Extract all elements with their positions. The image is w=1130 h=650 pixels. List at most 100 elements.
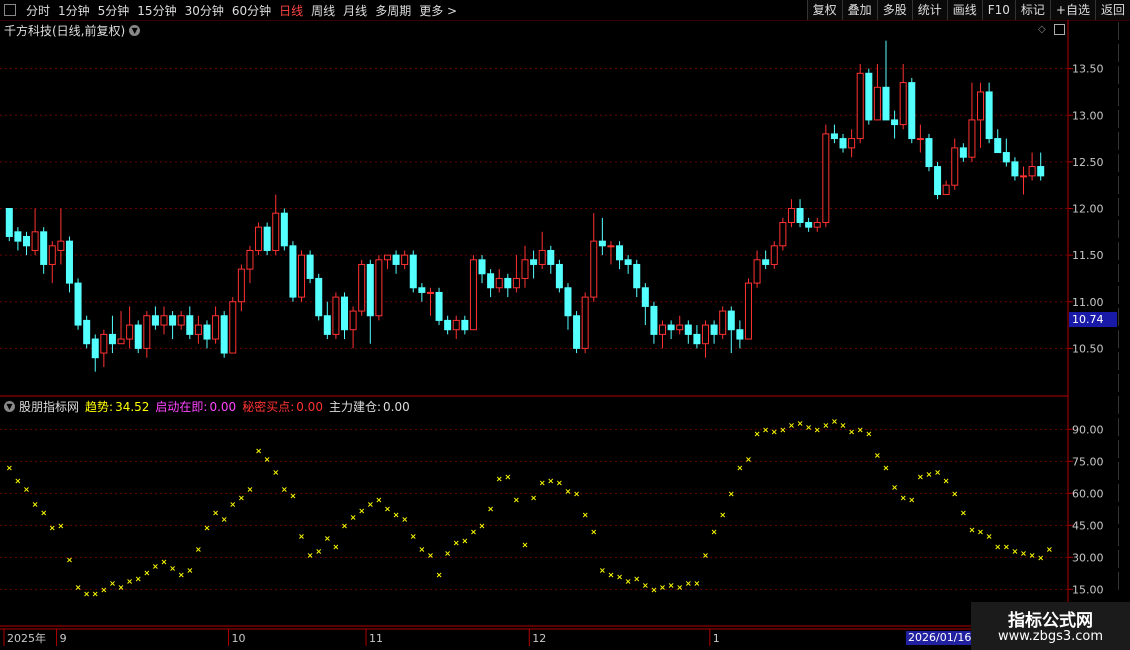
price-tick-label: 11.50 [1072, 249, 1104, 262]
date-tick-label: 9 [60, 632, 67, 645]
strip-cell [1118, 308, 1130, 326]
candle-body [366, 263, 374, 317]
candle-body [495, 277, 503, 289]
indicator-point: × [633, 575, 640, 584]
indicator-point: × [711, 528, 718, 537]
indicator-point: × [651, 585, 658, 594]
indicator-tick-label: 90.00 [1072, 423, 1104, 436]
indicator-point: × [126, 577, 133, 586]
indicator-point: × [23, 485, 30, 494]
candle-body [934, 166, 942, 196]
candle-body [659, 324, 667, 335]
indicator-point: × [298, 532, 305, 541]
strip-cell [1118, 22, 1130, 40]
indicator-point: × [771, 427, 778, 436]
candle-body [298, 254, 306, 298]
candle-body [169, 315, 177, 326]
indicator-point: × [186, 566, 193, 575]
candle-body [942, 184, 950, 196]
indicator-point: × [333, 543, 340, 552]
indicator-point: × [496, 474, 503, 483]
candle-body [487, 273, 495, 289]
indicator-point: × [719, 511, 726, 520]
candle-body [48, 245, 56, 265]
candle-body [616, 245, 624, 261]
candle-body [504, 277, 512, 289]
indicator-point: × [616, 573, 623, 582]
candle-body [358, 263, 366, 312]
indicator-point: × [1003, 543, 1010, 552]
candle-body [684, 324, 692, 335]
indicator-point: × [152, 562, 159, 571]
candle-body [478, 259, 486, 275]
indicator-point: × [272, 468, 279, 477]
strip-cell [1118, 88, 1130, 106]
date-tick-label: 2025年 [7, 631, 46, 645]
date-tick-label: 10 [231, 632, 245, 645]
indicator-point: × [255, 447, 262, 456]
indicator-point: × [470, 528, 477, 537]
strip-cell [1118, 396, 1130, 414]
candle-body [744, 282, 752, 340]
candle-body [779, 221, 787, 247]
indicator-point: × [702, 551, 709, 560]
indicator-point: × [590, 528, 597, 537]
candle-body [796, 208, 804, 223]
indicator-point: × [169, 564, 176, 573]
candle-body [401, 254, 409, 265]
candle-body [117, 338, 125, 345]
candle-body [762, 259, 770, 265]
candle-body [916, 138, 924, 141]
indicator-point: × [934, 468, 941, 477]
candle-body [349, 310, 357, 331]
candle-body [848, 138, 856, 149]
candle-body [151, 315, 159, 326]
date-axis: 2025年 9 10 11 12 1 [3, 629, 720, 646]
strip-cell [1118, 66, 1130, 84]
indicator-point: × [324, 534, 331, 543]
indicator-point: × [358, 506, 365, 515]
candle-body [650, 305, 658, 335]
indicator-point: × [926, 470, 933, 479]
chart-area[interactable]: ×××××× ×××× × ×× ×× ××× ××× ××××××××××××××× ××××… [0, 0, 1130, 650]
candle-body [340, 296, 349, 331]
candle-body [727, 310, 735, 331]
indicator-field-value-0: 34.52 [115, 399, 150, 414]
candle-body [598, 240, 606, 247]
indicator-point: × [384, 504, 391, 513]
price-tick-label: 10.50 [1072, 342, 1104, 355]
indicator-point: × [1012, 547, 1019, 556]
diamond-icon[interactable]: ◇ [1038, 24, 1046, 35]
candle-body [951, 147, 959, 186]
candle-body [108, 333, 116, 345]
candle-body [977, 91, 985, 121]
candle-body [994, 138, 1002, 154]
candle-body [521, 259, 529, 279]
strip-cell [1118, 44, 1130, 62]
indicator-point: × [814, 425, 821, 434]
indicator-point: × [754, 430, 761, 439]
candle-body [263, 226, 271, 251]
candle-body [865, 72, 873, 121]
indicator-point: × [547, 477, 554, 486]
chevron-down-icon[interactable]: ▼ [4, 401, 15, 412]
candle-body [968, 119, 976, 158]
indicator-point: × [461, 536, 468, 545]
indicator-point: × [436, 570, 443, 579]
indicator-point: × [762, 425, 769, 434]
strip-cell [1118, 176, 1130, 194]
candle-body [512, 277, 520, 289]
right-info-strip[interactable] [1118, 22, 1130, 622]
indicator-point: × [315, 547, 322, 556]
indicator-point: × [15, 477, 22, 486]
candle-body [315, 277, 323, 317]
indicator-point: × [32, 500, 39, 509]
indicator-tick-label: 45.00 [1072, 519, 1104, 532]
candle-body [220, 315, 228, 354]
indicator-point: × [668, 581, 675, 590]
pane-toggle-icon[interactable] [1054, 24, 1065, 35]
indicator-axis: 90.00 75.00 60.00 45.00 30.00 15.00 [1068, 423, 1104, 596]
indicator-point: × [694, 579, 701, 588]
candle-body [212, 315, 220, 340]
candle-body [753, 259, 761, 284]
